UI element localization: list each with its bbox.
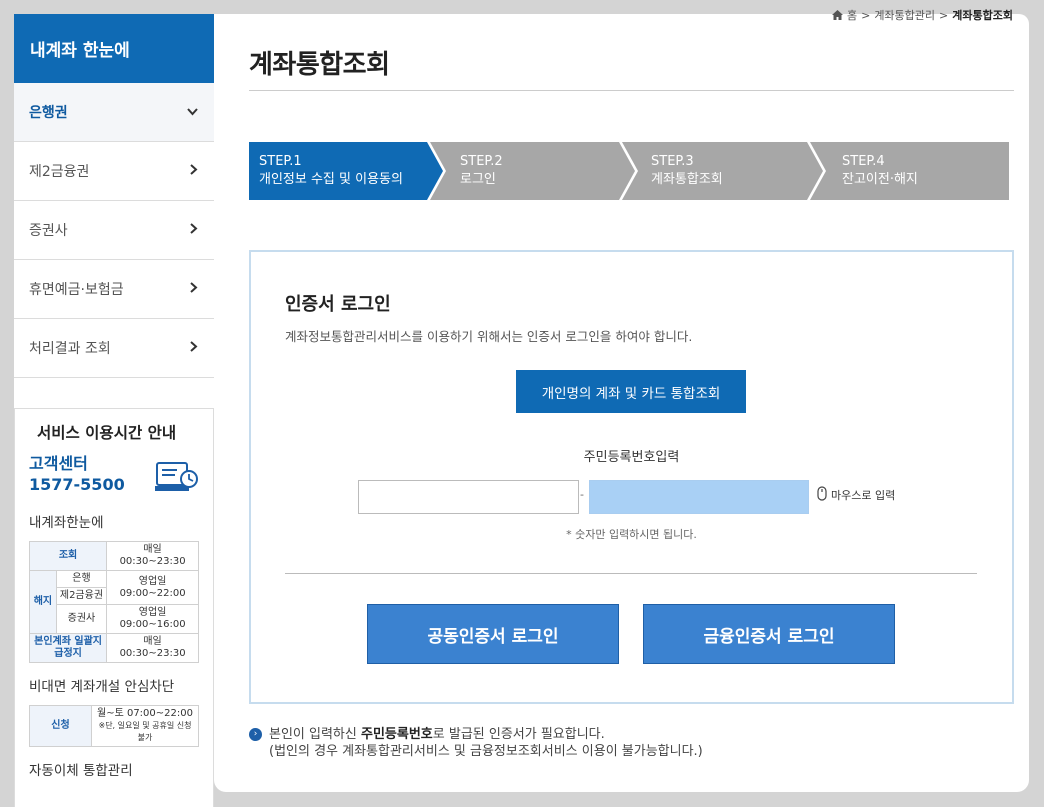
sidebar-item-label: 제2금융권 — [29, 164, 90, 180]
sidebar-item-securities[interactable]: 증권사 — [14, 201, 214, 260]
step-1-label: 개인정보 수집 및 이용동의 — [259, 172, 403, 187]
step-4-number: STEP.4 — [842, 154, 885, 169]
personal-account-card-button[interactable]: 개인명의 계좌 및 카드 통합조회 — [516, 370, 746, 413]
chevron-right-icon — [190, 164, 198, 178]
main-panel: 홈 > 계좌통합관리 > 계좌통합조회 계좌통합조회 STEP.1 개인정보 수… — [214, 9, 1029, 792]
sidebar-item-label: 처리결과 조회 — [29, 341, 111, 357]
step-3: STEP.3 계좌통합조회 — [651, 153, 723, 189]
rrn-back-input[interactable] — [589, 480, 809, 514]
financial-cert-login-button[interactable]: 금융인증서 로그인 — [643, 604, 895, 664]
login-divider — [285, 573, 977, 574]
step-2: STEP.2 로그인 — [460, 153, 503, 189]
mouse-input-toggle[interactable]: 마우스로 입력 — [817, 486, 895, 504]
chevron-right-icon — [190, 223, 198, 237]
breadcrumb-current: 계좌통합조회 — [952, 9, 1013, 22]
rrn-label: 주민등록번호입력 — [583, 450, 680, 465]
step-2-number: STEP.2 — [460, 154, 503, 169]
section-my-accounts: 내계좌한눈에 — [29, 515, 104, 531]
cancel-label: 해지 — [29, 570, 57, 634]
apply-time: 월~토 07:00~22:00 — [97, 708, 193, 719]
schedule-icon — [155, 459, 199, 499]
info-line-1: 본인이 입력하신 주민등록번호로 발급된 인증서가 필요합니다. — [269, 726, 703, 743]
securities-time: 영업일 09:00~16:00 — [106, 604, 199, 634]
breadcrumb-separator: > — [939, 8, 949, 22]
sidebar-item-bank[interactable]: 은행권 — [14, 83, 214, 142]
info-text: 본인이 입력하신 주민등록번호로 발급된 인증서가 필요합니다. (법인의 경우… — [249, 726, 703, 760]
step-3-label: 계좌통합조회 — [651, 172, 723, 187]
mouse-icon — [817, 486, 827, 504]
chevron-right-icon — [190, 341, 198, 355]
title-divider — [249, 90, 1014, 91]
step-3-number: STEP.3 — [651, 154, 694, 169]
payment-stop-time: 매일 00:30~23:30 — [106, 633, 199, 663]
page-title: 계좌통합조회 — [249, 50, 390, 80]
chevron-right-icon — [190, 282, 198, 296]
info-line-1-post: 로 발급된 인증서가 필요합니다. — [432, 727, 605, 742]
step-2-label: 로그인 — [460, 172, 496, 187]
step-1: STEP.1 개인정보 수집 및 이용동의 — [259, 153, 403, 189]
payment-stop-label: 본인계좌 일괄지급정지 — [28, 633, 108, 663]
step-1-number: STEP.1 — [259, 154, 302, 169]
service-hours-title: 서비스 이용시간 안내 — [37, 424, 177, 442]
rrn-front-input[interactable] — [358, 480, 579, 514]
step-progress: STEP.1 개인정보 수집 및 이용동의 STEP.2 로그인 STEP.3 … — [249, 142, 1009, 200]
mouse-input-label: 마우스로 입력 — [831, 489, 896, 502]
cert-info-notice: › 본인이 입력하신 주민등록번호로 발급된 인증서가 필요합니다. (법인의 … — [249, 726, 703, 760]
section-auto-transfer: 자동이체 통합관리 — [29, 763, 133, 779]
sidebar-item-results[interactable]: 처리결과 조회 — [14, 319, 214, 378]
second-finance-label: 제2금융권 — [55, 587, 108, 605]
sidebar-item-label: 증권사 — [29, 223, 68, 239]
rrn-separator: - — [580, 488, 584, 501]
apply-note: ※단, 일요일 및 공휴일 신청 불가 — [98, 721, 192, 742]
step-4: STEP.4 잔고이전·해지 — [842, 153, 918, 189]
info-line-1-pre: 본인이 입력하신 — [269, 727, 361, 742]
step-4-label: 잔고이전·해지 — [842, 172, 918, 187]
sidebar-item-label: 휴면예금·보험금 — [29, 282, 124, 298]
sidebar-item-second-finance[interactable]: 제2금융권 — [14, 142, 214, 201]
noncontact-table: 신청 월~토 07:00~22:00 ※단, 일요일 및 공휴일 신청 불가 — [29, 705, 199, 747]
sidebar: 내계좌 한눈에 은행권 제2금융권 증권사 휴면예금·보험금 처리결과 조회 서… — [14, 14, 214, 807]
service-hours-box: 서비스 이용시간 안내 고객센터 1577-5500 내계좌한눈에 조회 매일 … — [14, 408, 214, 807]
inquiry-label: 조회 — [28, 541, 108, 571]
apply-time-cell: 월~토 07:00~22:00 ※단, 일요일 및 공휴일 신청 불가 — [91, 705, 199, 747]
inquiry-time: 매일 00:30~23:30 — [106, 541, 199, 571]
sidebar-item-dormant[interactable]: 휴면예금·보험금 — [14, 260, 214, 319]
cert-login-description: 계좌정보통합관리서비스를 이용하기 위해서는 인증서 로그인을 하여야 합니다. — [285, 329, 693, 344]
numbers-only-note: * 숫자만 입력하시면 됩니다. — [566, 528, 697, 541]
breadcrumb: 홈 > 계좌통합관리 > 계좌통합조회 — [831, 7, 1013, 23]
joint-cert-login-button[interactable]: 공동인증서 로그인 — [367, 604, 619, 664]
securities-label: 증권사 — [55, 604, 108, 634]
breadcrumb-separator: > — [861, 8, 871, 22]
chevron-down-icon — [187, 105, 198, 119]
section-noncontact-block: 비대면 계좌개설 안심차단 — [29, 679, 175, 695]
breadcrumb-home[interactable]: 홈 — [847, 7, 857, 23]
sidebar-header[interactable]: 내계좌 한눈에 — [14, 14, 214, 83]
info-line-2: (법인의 경우 계좌통합관리서비스 및 금융정보조회서비스 이용이 불가능합니다… — [269, 744, 703, 759]
apply-label: 신청 — [29, 705, 92, 747]
cert-login-box: 인증서 로그인 계좌정보통합관리서비스를 이용하기 위해서는 인증서 로그인을 … — [249, 250, 1014, 704]
sidebar-item-label: 은행권 — [29, 105, 68, 121]
breadcrumb-level1[interactable]: 계좌통합관리 — [874, 7, 935, 23]
bank-label: 은행 — [55, 570, 108, 588]
info-line-1-bold: 주민등록번호 — [361, 727, 433, 742]
bank-time: 영업일 09:00~22:00 — [106, 570, 199, 605]
cert-login-title: 인증서 로그인 — [285, 294, 391, 315]
service-hours-table: 조회 매일 00:30~23:30 해지 은행 영업일 09:00~22:00 … — [28, 541, 199, 663]
arrow-circle-icon: › — [249, 728, 262, 741]
home-icon[interactable] — [831, 10, 843, 20]
